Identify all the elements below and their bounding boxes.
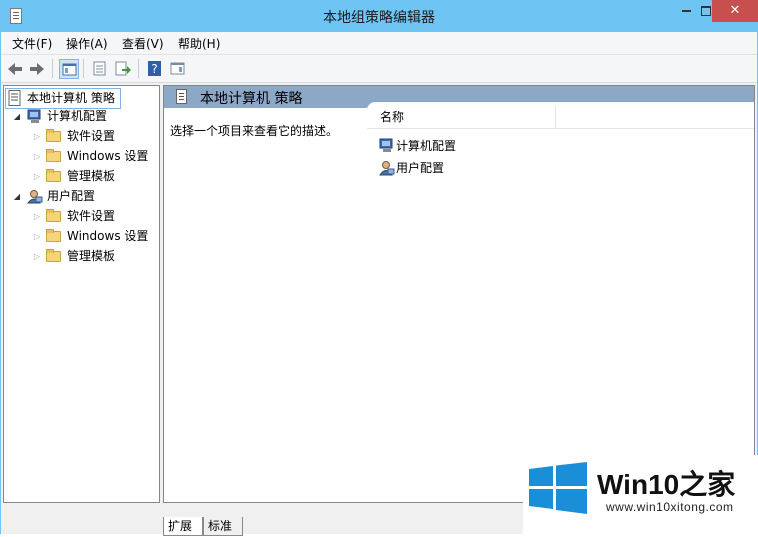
toolbar-separator — [83, 59, 84, 78]
tree-item-label: Windows 设置 — [67, 229, 149, 243]
menu-help[interactable]: 帮助(H) — [178, 35, 220, 52]
properties-button[interactable] — [90, 59, 110, 79]
toolbar-separator — [138, 59, 139, 78]
title-bar[interactable]: 本地组策略编辑器 ✕ — [0, 0, 758, 32]
tree-item-label: Windows 设置 — [67, 149, 149, 163]
tree-item-user-software-settings[interactable]: ▷ 软件设置 — [4, 207, 154, 226]
show-action-pane-button[interactable] — [168, 59, 188, 79]
user-config-icon — [379, 160, 395, 176]
list-item-label: 计算机配置 — [396, 139, 457, 153]
help-icon: ? — [148, 61, 161, 76]
description-panel: 选择一个项目来查看它的描述。 — [164, 108, 367, 502]
computer-config-icon — [379, 138, 395, 154]
expand-arrow-icon[interactable]: ◢ — [12, 107, 22, 126]
window-title: 本地组策略编辑器 — [323, 10, 435, 26]
svg-text:?: ? — [151, 62, 157, 76]
menu-view[interactable]: 查看(V) — [122, 35, 164, 52]
column-header-name[interactable]: 名称 — [380, 108, 404, 125]
close-icon: ✕ — [729, 3, 741, 18]
tree-item-label: 用户配置 — [47, 189, 96, 203]
column-divider[interactable] — [555, 106, 556, 128]
collapse-arrow-icon[interactable]: ▷ — [32, 227, 42, 246]
windows-logo-icon — [529, 462, 587, 514]
item-list[interactable]: 名称 计算机配置 用户配置 — [367, 102, 754, 502]
minimize-icon — [681, 9, 691, 12]
collapse-arrow-icon[interactable]: ▷ — [32, 207, 42, 226]
tree-item-software-settings[interactable]: ▷ 软件设置 — [4, 127, 154, 146]
app-window: 本地组策略编辑器 ✕ 文件(F) 操作(A) 查看(V) 帮助(H) ? 本地计… — [0, 0, 758, 536]
watermark-url: www.win10xitong.com — [606, 500, 734, 514]
toolbar-separator — [52, 59, 53, 78]
show-hide-tree-button[interactable] — [59, 59, 79, 79]
collapse-arrow-icon[interactable]: ▷ — [32, 247, 42, 266]
list-header: 名称 — [367, 102, 754, 129]
tree-item-user-config[interactable]: ◢ 用户配置 — [4, 187, 154, 206]
minimize-button[interactable] — [672, 0, 700, 22]
action-pane-icon — [170, 62, 185, 75]
tab-label: 标准 — [208, 519, 233, 533]
details-title: 本地计算机 策略 — [200, 91, 303, 107]
folder-icon — [46, 209, 61, 222]
policy-document-icon — [8, 90, 24, 106]
expand-arrow-icon[interactable]: ◢ — [12, 187, 22, 206]
tree-item-label: 计算机配置 — [47, 109, 108, 123]
properties-icon — [93, 61, 106, 76]
tree-item-computer-config[interactable]: ◢ 计算机配置 — [4, 107, 154, 126]
folder-icon — [46, 149, 61, 162]
tree-item-windows-settings[interactable]: ▷ Windows 设置 — [4, 147, 154, 166]
tree-item-label: 管理模板 — [67, 249, 116, 263]
collapse-arrow-icon[interactable]: ▷ — [32, 147, 42, 166]
close-button[interactable]: ✕ — [712, 0, 758, 22]
tab-extended[interactable]: 扩展 — [163, 517, 203, 536]
menu-file[interactable]: 文件(F) — [12, 35, 52, 52]
console-tree-icon — [62, 63, 77, 76]
menu-action[interactable]: 操作(A) — [66, 35, 108, 52]
maximize-icon — [701, 5, 711, 16]
computer-config-icon — [27, 109, 43, 124]
folder-icon — [46, 229, 61, 242]
forward-arrow-icon — [30, 63, 44, 75]
folder-icon — [46, 249, 61, 262]
tree-item-label: 管理模板 — [67, 169, 116, 183]
tree-item-user-windows-settings[interactable]: ▷ Windows 设置 — [4, 227, 154, 246]
forward-button[interactable] — [27, 59, 47, 79]
tree-item-label: 本地计算机 策略 — [27, 91, 115, 105]
toolbar: ? — [1, 55, 757, 83]
tree-item-label: 软件设置 — [67, 209, 116, 223]
help-button[interactable]: ? — [145, 59, 165, 79]
back-button[interactable] — [5, 59, 25, 79]
tree-item-user-admin-templates[interactable]: ▷ 管理模板 — [4, 247, 154, 266]
folder-icon — [46, 169, 61, 182]
collapse-arrow-icon[interactable]: ▷ — [32, 167, 42, 186]
folder-icon — [46, 129, 61, 142]
description-text: 选择一个项目来查看它的描述。 — [170, 124, 339, 138]
tree-item-local-policy[interactable]: 本地计算机 策略 — [5, 88, 121, 109]
maximize-button[interactable] — [700, 0, 712, 22]
watermark-brand: Win10之家 www.win10xitong.com — [523, 455, 758, 534]
back-arrow-icon — [8, 63, 22, 75]
user-config-icon — [26, 189, 43, 204]
tab-label: 扩展 — [168, 519, 193, 533]
details-pane: 本地计算机 策略 选择一个项目来查看它的描述。 名称 计算机配置 用户配置 — [163, 85, 755, 503]
policy-document-icon — [176, 89, 187, 104]
list-item-label: 用户配置 — [396, 161, 445, 175]
export-list-button[interactable] — [113, 59, 133, 79]
menu-bar: 文件(F) 操作(A) 查看(V) 帮助(H) — [1, 32, 757, 55]
tab-standard[interactable]: 标准 — [203, 517, 243, 536]
watermark-title: Win10之家 — [597, 469, 736, 500]
tree-item-label: 软件设置 — [67, 129, 116, 143]
collapse-arrow-icon[interactable]: ▷ — [32, 127, 42, 146]
tree-item-admin-templates[interactable]: ▷ 管理模板 — [4, 167, 154, 186]
console-tree[interactable]: 本地计算机 策略 ◢ 计算机配置 ▷ 软件设置 ▷ Windows 设置 ▷ 管… — [3, 85, 160, 503]
export-icon — [115, 61, 131, 76]
